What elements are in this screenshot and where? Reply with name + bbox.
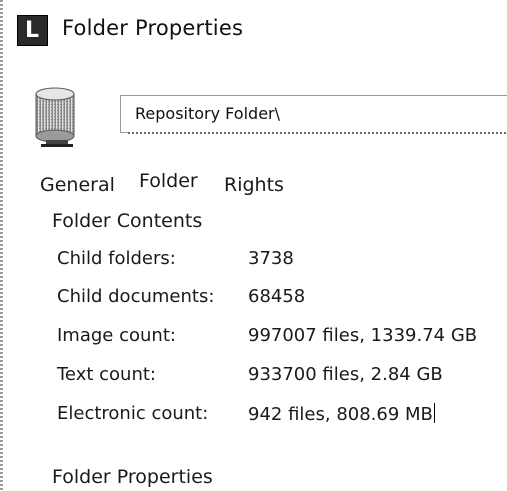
tab-general[interactable]: General	[40, 174, 115, 196]
tab-rights[interactable]: Rights	[224, 174, 284, 196]
app-icon-letter: L	[25, 18, 40, 43]
app-icon: L	[17, 15, 48, 46]
child-folders-row: Child folders: 3738	[57, 248, 507, 278]
electronic-count-value: 942 files, 808.69 MB	[248, 404, 433, 425]
window-title: Folder Properties	[62, 16, 244, 40]
folder-contents-heading: Folder Contents	[52, 210, 203, 232]
text-count-row: Text count: 933700 files, 2.84 GB	[57, 364, 507, 394]
tab-bar: General Folder Rights	[0, 168, 507, 202]
child-folders-value: 3738	[248, 248, 294, 269]
folder-properties-heading: Folder Properties	[52, 466, 213, 488]
electronic-count-row: Electronic count: 942 files, 808.69 MB	[57, 403, 507, 433]
electronic-count-value-wrap: 942 files, 808.69 MB	[248, 403, 435, 425]
title-bar: L Folder Properties	[0, 0, 507, 60]
text-count-value: 933700 files, 2.84 GB	[248, 364, 443, 385]
image-count-value: 997007 files, 1339.74 GB	[248, 325, 478, 346]
path-field-underline	[128, 132, 507, 134]
child-documents-value: 68458	[248, 286, 306, 307]
child-folders-label: Child folders:	[57, 248, 176, 269]
child-documents-row: Child documents: 68458	[57, 286, 507, 316]
text-count-label: Text count:	[57, 364, 156, 385]
folder-path-field[interactable]: Repository Folder\	[120, 95, 507, 133]
child-documents-label: Child documents:	[57, 286, 215, 307]
image-count-row: Image count: 997007 files, 1339.74 GB	[57, 325, 507, 355]
electronic-count-label: Electronic count:	[57, 403, 209, 424]
text-cursor	[433, 403, 435, 423]
image-count-label: Image count:	[57, 325, 176, 346]
folder-path-value: Repository Folder\	[135, 104, 280, 123]
window-left-border	[0, 0, 3, 491]
tab-folder[interactable]: Folder	[139, 170, 198, 192]
folder-drum-icon	[35, 87, 75, 147]
folder-properties-window: L Folder Properties Repository Folder\ G…	[0, 0, 507, 491]
